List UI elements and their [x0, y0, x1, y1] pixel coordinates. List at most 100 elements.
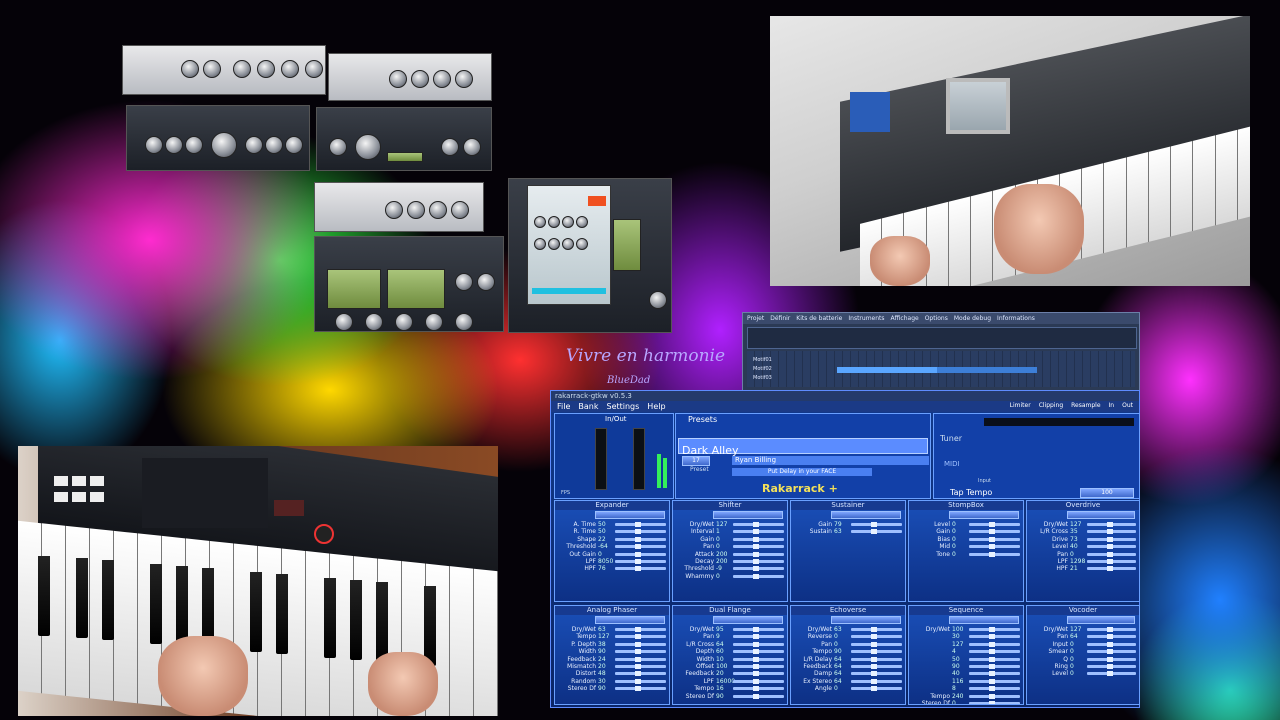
param-slider[interactable]: [969, 627, 1020, 632]
pad[interactable]: [72, 492, 86, 502]
param-slider[interactable]: [969, 649, 1020, 655]
param-slider[interactable]: [615, 678, 666, 684]
param-slider[interactable]: [615, 522, 666, 527]
knob[interactable]: [455, 313, 473, 331]
param-slider[interactable]: [1087, 627, 1136, 632]
param-slider[interactable]: [851, 627, 902, 632]
knob[interactable]: [576, 238, 588, 250]
menu-help[interactable]: Help: [647, 402, 665, 411]
param-slider[interactable]: [1087, 529, 1136, 535]
param-slider[interactable]: [969, 551, 1020, 557]
param-slider[interactable]: [733, 558, 784, 564]
preset-comment[interactable]: Put Delay in your FACE: [732, 468, 872, 476]
knob[interactable]: [329, 138, 347, 156]
menu-item[interactable]: Définir: [770, 315, 790, 322]
param-slider[interactable]: [1087, 656, 1136, 662]
param-slider[interactable]: [733, 573, 784, 579]
param-slider[interactable]: [969, 678, 1020, 684]
knob[interactable]: [562, 238, 574, 250]
pattern-block[interactable]: [837, 367, 937, 373]
param-slider[interactable]: [733, 536, 784, 542]
knob[interactable]: [285, 136, 303, 154]
knob[interactable]: [576, 216, 588, 228]
param-slider[interactable]: [733, 529, 784, 535]
pad[interactable]: [72, 476, 86, 486]
param-slider[interactable]: [615, 641, 666, 647]
param-slider[interactable]: [615, 671, 666, 677]
knob[interactable]: [305, 60, 323, 78]
param-slider[interactable]: [1087, 536, 1136, 542]
param-slider[interactable]: [969, 536, 1020, 542]
param-slider[interactable]: [851, 678, 902, 684]
knob[interactable]: [548, 238, 560, 250]
knob[interactable]: [451, 201, 469, 219]
menu-item[interactable]: Kits de batterie: [796, 315, 842, 322]
effect-preset-select[interactable]: [831, 511, 901, 519]
param-slider[interactable]: [615, 566, 666, 572]
knob[interactable]: [649, 291, 667, 309]
knob[interactable]: [433, 70, 451, 88]
param-slider[interactable]: [615, 686, 666, 692]
knob[interactable]: [203, 60, 221, 78]
param-slider[interactable]: [1087, 522, 1136, 527]
param-slider[interactable]: [969, 671, 1020, 677]
param-slider[interactable]: [733, 671, 784, 677]
param-slider[interactable]: [1087, 671, 1136, 677]
param-slider[interactable]: [615, 656, 666, 662]
effect-preset-select[interactable]: [713, 511, 783, 519]
param-slider[interactable]: [1087, 566, 1136, 572]
param-slider[interactable]: [615, 663, 666, 669]
knob[interactable]: [335, 313, 353, 331]
param-slider[interactable]: [733, 634, 784, 640]
param-slider[interactable]: [733, 522, 784, 527]
param-slider[interactable]: [851, 641, 902, 647]
param-slider[interactable]: [615, 529, 666, 535]
pad[interactable]: [90, 492, 104, 502]
knob[interactable]: [355, 134, 381, 160]
menu-bank[interactable]: Bank: [578, 402, 598, 411]
preset-number-spinner[interactable]: 17: [682, 456, 710, 466]
knob[interactable]: [455, 70, 473, 88]
knob[interactable]: [534, 216, 546, 228]
knob[interactable]: [211, 132, 237, 158]
param-slider[interactable]: [733, 678, 784, 684]
param-slider[interactable]: [733, 663, 784, 669]
param-slider[interactable]: [615, 634, 666, 640]
knob[interactable]: [429, 201, 447, 219]
param-slider[interactable]: [969, 693, 1020, 699]
param-slider[interactable]: [615, 649, 666, 655]
knob[interactable]: [281, 60, 299, 78]
param-slider[interactable]: [1087, 544, 1136, 550]
param-slider[interactable]: [969, 700, 1020, 704]
track-label[interactable]: Motif03: [753, 375, 772, 381]
knob[interactable]: [185, 136, 203, 154]
effect-preset-select[interactable]: [713, 616, 783, 624]
knob[interactable]: [548, 216, 560, 228]
menu-item[interactable]: Affichage: [891, 315, 919, 322]
param-slider[interactable]: [851, 522, 902, 527]
menu-item[interactable]: Options: [925, 315, 948, 322]
track-label[interactable]: Motif02: [753, 366, 772, 372]
menu-item[interactable]: Instruments: [848, 315, 884, 322]
param-slider[interactable]: [969, 686, 1020, 692]
param-slider[interactable]: [733, 627, 784, 632]
param-slider[interactable]: [1087, 649, 1136, 655]
knob[interactable]: [463, 138, 481, 156]
param-slider[interactable]: [851, 529, 902, 535]
param-slider[interactable]: [969, 663, 1020, 669]
param-slider[interactable]: [1087, 558, 1136, 564]
param-slider[interactable]: [733, 693, 784, 699]
tap-tempo-value[interactable]: 100: [1080, 488, 1134, 498]
param-slider[interactable]: [733, 551, 784, 557]
preset-author[interactable]: Ryan Billing: [732, 456, 929, 465]
knob[interactable]: [245, 136, 263, 154]
param-slider[interactable]: [615, 544, 666, 550]
param-slider[interactable]: [969, 634, 1020, 640]
param-slider[interactable]: [969, 544, 1020, 550]
knob[interactable]: [411, 70, 429, 88]
param-slider[interactable]: [851, 656, 902, 662]
knob[interactable]: [145, 136, 163, 154]
param-slider[interactable]: [851, 634, 902, 640]
knob[interactable]: [385, 201, 403, 219]
pad[interactable]: [90, 476, 104, 486]
